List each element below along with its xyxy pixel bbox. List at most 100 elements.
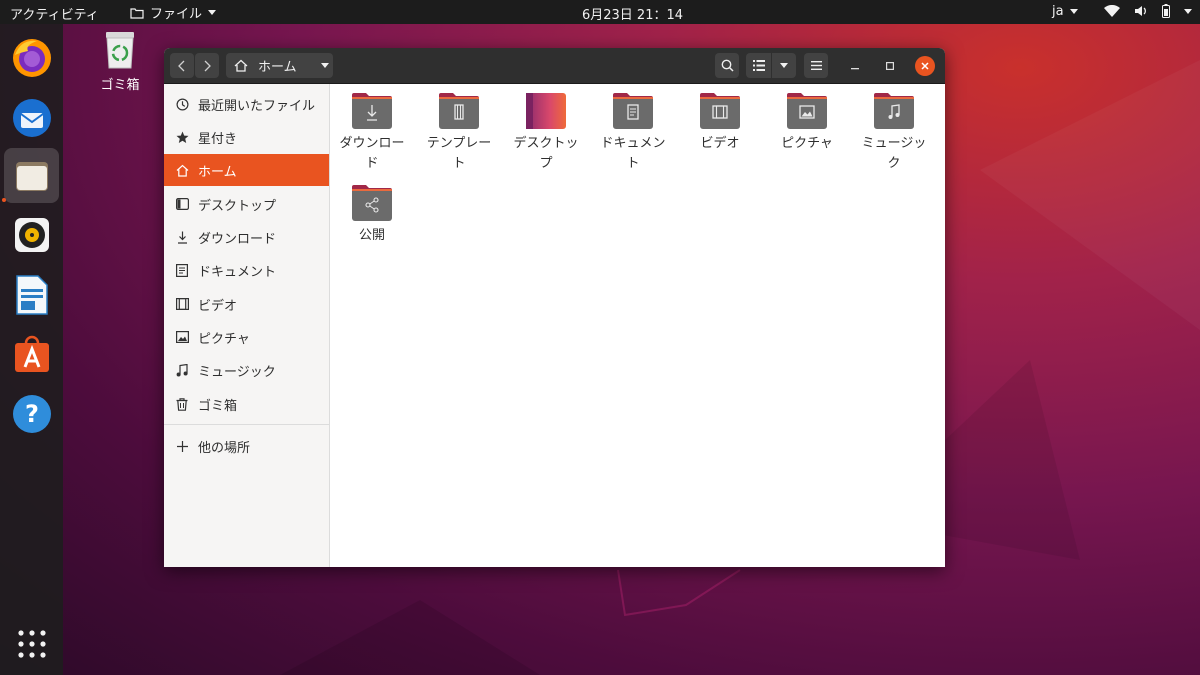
file-name: ドキュメン bbox=[600, 136, 666, 151]
firefox-icon bbox=[12, 38, 51, 77]
software-launcher[interactable] bbox=[4, 326, 59, 381]
music-folder-icon bbox=[874, 93, 914, 129]
sidebar-item-label: ダウンロード bbox=[198, 231, 277, 247]
file-name: テンプレー bbox=[426, 136, 492, 151]
maximize-icon bbox=[886, 62, 894, 70]
file-view: ダウンロー ド テンプレー ト デスクトッ プ ドキュメン ト ビデオ ピクチャ… bbox=[330, 84, 945, 567]
document-icon bbox=[175, 263, 189, 277]
sidebar-item-other-locations[interactable]: 他の場所 bbox=[164, 430, 329, 462]
desktop-trash[interactable]: ゴミ箱 bbox=[96, 30, 144, 93]
view-list-button[interactable] bbox=[746, 53, 771, 78]
download-folder-icon bbox=[352, 93, 392, 129]
sidebar-item-label: ミュージック bbox=[198, 364, 276, 380]
rhythmbox-icon bbox=[14, 217, 49, 252]
sidebar-item-documents[interactable]: ドキュメント bbox=[164, 254, 329, 286]
running-indicator bbox=[2, 198, 6, 202]
desktop-trash-label: ゴミ箱 bbox=[100, 78, 140, 93]
home-icon bbox=[234, 59, 248, 72]
file-item-music[interactable]: ミュージッ ク bbox=[855, 92, 933, 174]
file-item-desktop[interactable]: デスクトッ プ bbox=[507, 92, 585, 174]
sidebar-item-music[interactable]: ミュージック bbox=[164, 354, 329, 386]
file-item-pictures[interactable]: ピクチャ bbox=[768, 92, 846, 154]
close-button[interactable] bbox=[915, 56, 935, 76]
sidebar-item-home[interactable]: ホーム bbox=[164, 154, 329, 186]
sidebar-item-label: ホーム bbox=[198, 164, 237, 180]
view-options-button[interactable] bbox=[771, 53, 796, 78]
file-item-downloads[interactable]: ダウンロー ド bbox=[333, 92, 411, 174]
minimize-button[interactable] bbox=[845, 56, 865, 76]
public-folder-icon bbox=[352, 185, 392, 221]
chevron-left-icon bbox=[178, 60, 185, 71]
help-launcher[interactable]: ? bbox=[4, 386, 59, 441]
clock-icon bbox=[175, 97, 189, 111]
picture-icon bbox=[175, 330, 189, 344]
trash-icon bbox=[175, 397, 189, 411]
file-name: ビデオ bbox=[700, 136, 740, 151]
sidebar-item-label: 星付き bbox=[198, 131, 238, 147]
pictures-folder-icon bbox=[787, 93, 827, 129]
sidebar-item-label: 他の場所 bbox=[198, 440, 251, 456]
back-button[interactable] bbox=[170, 53, 194, 78]
sidebar-item-label: ピクチャ bbox=[198, 331, 250, 347]
file-name: ク bbox=[887, 156, 901, 171]
chevron-down-icon bbox=[780, 63, 788, 68]
writer-icon bbox=[15, 274, 48, 315]
list-view-icon bbox=[752, 60, 765, 71]
show-applications-button[interactable] bbox=[4, 616, 59, 671]
documents-folder-icon bbox=[613, 93, 653, 129]
chevron-down-icon bbox=[1184, 8, 1192, 14]
input-method-indicator[interactable]: ja bbox=[1052, 4, 1078, 19]
sidebar-item-downloads[interactable]: ダウンロード bbox=[164, 221, 329, 253]
sidebar-item-pictures[interactable]: ピクチャ bbox=[164, 321, 329, 353]
thunderbird-launcher[interactable] bbox=[4, 90, 59, 145]
chevron-right-icon bbox=[204, 60, 211, 71]
system-status-menu[interactable] bbox=[1104, 4, 1192, 18]
main-menu-button[interactable] bbox=[804, 53, 828, 78]
search-icon bbox=[721, 59, 734, 72]
help-icon: ? bbox=[12, 394, 51, 433]
desktop-icon bbox=[175, 197, 189, 211]
file-item-documents[interactable]: ドキュメン ト bbox=[594, 92, 672, 174]
software-store-icon bbox=[14, 335, 49, 372]
file-name: デスクトッ bbox=[513, 136, 579, 151]
files-icon bbox=[15, 161, 48, 191]
sidebar-item-label: ドキュメント bbox=[198, 264, 277, 280]
sidebar-item-trash[interactable]: ゴミ箱 bbox=[164, 388, 329, 420]
file-name: ミュージッ bbox=[861, 136, 927, 151]
forward-button[interactable] bbox=[195, 53, 219, 78]
file-name: 公開 bbox=[358, 228, 385, 243]
music-icon bbox=[175, 363, 189, 377]
search-button[interactable] bbox=[715, 53, 739, 78]
chevron-down-icon bbox=[320, 63, 329, 68]
sidebar: 最近開いたファイル 星付き ホーム デスクトップ ダウンロード ドキュメント ビ… bbox=[164, 84, 330, 567]
header-bar: ホーム bbox=[164, 48, 945, 84]
rhythmbox-launcher[interactable] bbox=[4, 207, 59, 262]
file-item-videos[interactable]: ビデオ bbox=[681, 92, 759, 154]
path-bar[interactable]: ホーム bbox=[226, 53, 333, 78]
maximize-button[interactable] bbox=[880, 56, 900, 76]
sidebar-item-starred[interactable]: 星付き bbox=[164, 121, 329, 153]
download-icon bbox=[175, 230, 189, 244]
file-name: プ bbox=[539, 156, 553, 171]
file-item-templates[interactable]: テンプレー ト bbox=[420, 92, 498, 174]
file-item-public[interactable]: 公開 bbox=[333, 184, 411, 246]
sidebar-separator bbox=[164, 424, 329, 425]
file-manager-window: ホーム 最近開いたファイル 星付き ホーム デスクトップ ダウンロード ドキュメ… bbox=[164, 48, 945, 567]
clock[interactable]: 6月23日 21：14 bbox=[0, 4, 1200, 23]
sidebar-item-videos[interactable]: ビデオ bbox=[164, 288, 329, 320]
home-icon bbox=[175, 163, 189, 177]
file-name: ダウンロー bbox=[339, 136, 405, 151]
file-name: ト bbox=[452, 156, 466, 171]
firefox-launcher[interactable] bbox=[4, 30, 59, 85]
file-name: ド bbox=[365, 156, 379, 171]
desktop-folder-icon bbox=[526, 93, 566, 129]
sidebar-item-desktop[interactable]: デスクトップ bbox=[164, 188, 329, 220]
close-icon bbox=[921, 62, 929, 70]
writer-launcher[interactable] bbox=[4, 267, 59, 322]
sidebar-item-recent[interactable]: 最近開いたファイル bbox=[164, 88, 329, 120]
sidebar-item-label: ゴミ箱 bbox=[198, 398, 238, 414]
files-launcher[interactable] bbox=[4, 148, 59, 203]
sidebar-item-label: 最近開いたファイル bbox=[198, 98, 316, 114]
star-icon bbox=[175, 130, 189, 144]
svg-text:?: ? bbox=[25, 400, 39, 428]
